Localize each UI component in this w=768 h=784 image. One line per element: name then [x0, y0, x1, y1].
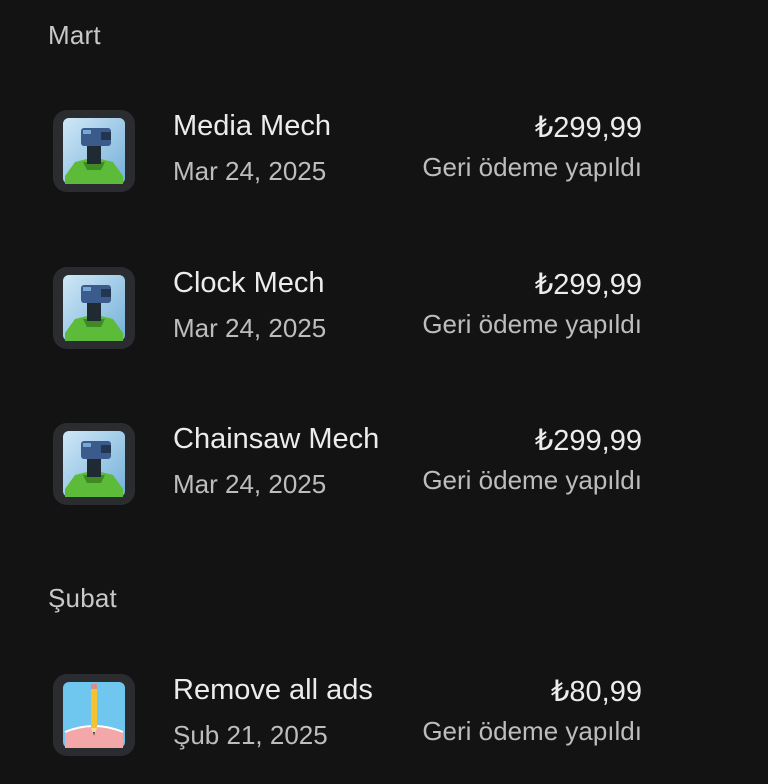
mech-character-icon	[53, 423, 135, 505]
item-price: ₺80,99	[550, 676, 642, 708]
purchase-row-media-mech[interactable]: Media Mech Mar 24, 2025 ₺299,99 Geri öde…	[0, 110, 768, 220]
item-price: ₺299,99	[534, 269, 642, 301]
item-status: Geri ödeme yapıldı	[422, 152, 642, 182]
item-status: Geri ödeme yapıldı	[422, 309, 642, 339]
item-date: Mar 24, 2025	[173, 313, 327, 343]
item-title: Chainsaw Mech	[173, 423, 380, 455]
item-price: ₺299,99	[534, 425, 642, 457]
item-title: Media Mech	[173, 110, 331, 142]
section-header-mart: Mart	[48, 20, 101, 50]
item-date: Mar 24, 2025	[173, 469, 327, 499]
purchase-row-chainsaw-mech[interactable]: Chainsaw Mech Mar 24, 2025 ₺299,99 Geri …	[0, 423, 768, 533]
item-title: Clock Mech	[173, 267, 325, 299]
item-date: Şub 21, 2025	[173, 720, 328, 750]
mech-character-icon	[53, 110, 135, 192]
item-status: Geri ödeme yapıldı	[422, 716, 642, 746]
item-price: ₺299,99	[534, 112, 642, 144]
mech-character-icon	[53, 267, 135, 349]
item-status: Geri ödeme yapıldı	[422, 465, 642, 495]
item-title: Remove all ads	[173, 674, 373, 706]
section-header-subat: Şubat	[48, 583, 117, 613]
purchase-row-clock-mech[interactable]: Clock Mech Mar 24, 2025 ₺299,99 Geri öde…	[0, 267, 768, 377]
notebook-pencil-icon	[53, 674, 135, 756]
item-date: Mar 24, 2025	[173, 156, 327, 186]
